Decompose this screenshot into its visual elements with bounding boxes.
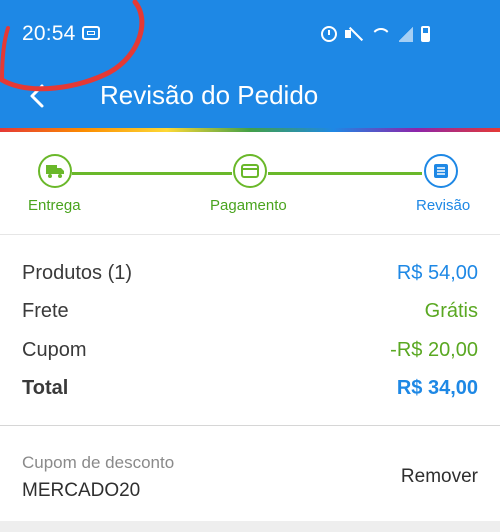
summary-label: Cupom xyxy=(22,339,87,361)
step-label-pagamento: Pagamento xyxy=(210,197,287,214)
signal-icon xyxy=(399,26,413,42)
step-label-entrega: Entrega xyxy=(28,197,81,214)
step-connector xyxy=(268,172,422,175)
status-icons xyxy=(321,22,430,46)
page-title: Revisão do Pedido xyxy=(100,80,319,110)
summary-row-frete: Frete Grátis xyxy=(22,300,478,330)
step-pagamento[interactable] xyxy=(233,154,267,188)
step-entrega[interactable] xyxy=(38,154,72,188)
app-bar: Revisão do Pedido xyxy=(0,66,500,128)
summary-row-cupom: Cupom -R$ 20,00 xyxy=(22,339,478,369)
summary-label: Total xyxy=(22,377,69,399)
step-connector xyxy=(72,172,232,175)
status-bar: 20:54 xyxy=(0,0,500,66)
coupon-caption: Cupom de desconto xyxy=(22,453,175,472)
status-time: 20:54 xyxy=(22,22,76,45)
summary-value: R$ 54,00 xyxy=(396,262,478,284)
notification-icon xyxy=(82,26,100,40)
summary-row-produtos: Produtos (1) R$ 54,00 xyxy=(22,262,478,292)
summary-value: Grátis xyxy=(424,300,478,322)
bottom-strip xyxy=(0,521,500,532)
summary-value: -R$ 20,00 xyxy=(390,339,478,361)
coupon-code: MERCADO20 xyxy=(22,480,141,501)
battery-icon xyxy=(421,26,430,42)
summary-row-total: Total R$ 34,00 xyxy=(22,377,478,407)
step-label-revisao: Revisão xyxy=(416,197,471,214)
card-icon xyxy=(241,164,259,178)
checkout-stepper: Entrega Pagamento Revisão xyxy=(0,132,500,235)
remove-coupon-button[interactable]: Remover xyxy=(401,466,478,488)
summary-label: Produtos (1) xyxy=(22,262,133,284)
back-arrow-icon[interactable] xyxy=(22,80,54,112)
list-icon xyxy=(434,164,448,178)
mute-icon xyxy=(345,26,363,42)
alarm-icon xyxy=(321,26,337,42)
truck-icon xyxy=(46,165,64,178)
step-revisao[interactable] xyxy=(424,154,458,188)
wifi-icon xyxy=(371,26,391,42)
summary-value: R$ 34,00 xyxy=(396,377,478,399)
order-summary: Produtos (1) R$ 54,00 Frete Grátis Cupom… xyxy=(0,242,500,422)
summary-label: Frete xyxy=(22,300,69,322)
coupon-section: Cupom de desconto MERCADO20 Remover xyxy=(0,426,500,521)
